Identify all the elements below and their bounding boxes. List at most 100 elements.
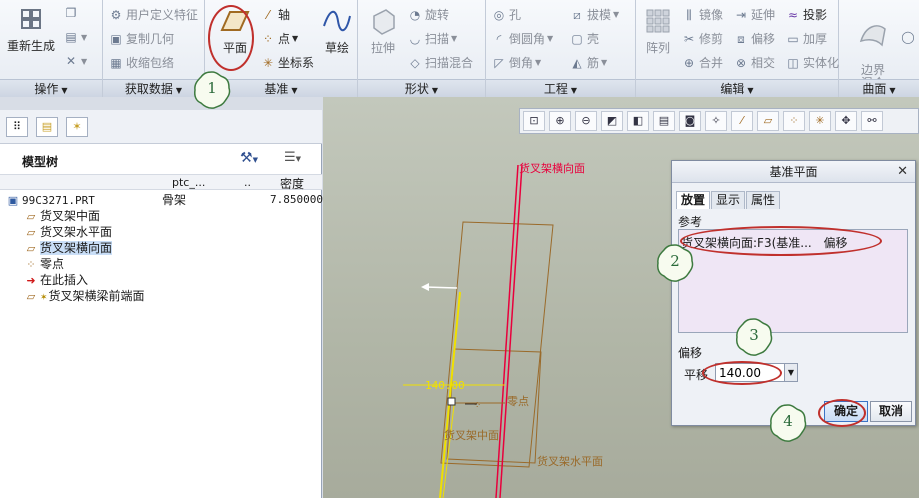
sweep-button[interactable]: ◡ 扫描 ▼	[408, 30, 457, 47]
coordinate-system-button[interactable]: ✳ 坐标系	[261, 54, 314, 71]
scene-offset-dimension[interactable]: 140.00	[425, 379, 465, 392]
offset-button[interactable]: ⧈ 偏移	[734, 30, 775, 47]
tree-insert-here[interactable]: ➜ 在此插入	[24, 272, 88, 288]
draft-button[interactable]: ⧄ 拔模 ▼	[570, 6, 619, 23]
tree-settings-icon[interactable]: ⚒▼	[240, 150, 258, 166]
references-label: 参考	[678, 215, 703, 229]
sweep-icon: ◡	[409, 31, 421, 46]
highlight-plane-button	[208, 5, 254, 71]
chamfer-button[interactable]: ◸ 倒角 ▼	[492, 54, 541, 71]
group-edit: 阵列 ⫼ 镜像 ✂ 修剪 ⊕ 合并 ⇥ 延伸 ⧈ 偏移 ⊗ 相交 ≈ 投影 ▭ 加厚 ◫ 实体化 …	[636, 0, 839, 97]
highlight-reference	[680, 226, 882, 256]
tree-root-row[interactable]: ▣ 99C3271.PRT 骨架 7.850000	[0, 192, 323, 208]
tree-item-selected[interactable]: ▱ 货叉架横向面	[24, 240, 113, 256]
shrinkwrap-button[interactable]: ▦ 收缩包络	[109, 54, 174, 71]
udf-button[interactable]: ⚙ 用户定义特征	[109, 6, 198, 23]
pattern-button[interactable]: 阵列	[640, 6, 676, 56]
model-tree-panel: ⠿ ▤ ✶ 模型树 ⚒▼ ☰▼ ptc_... .. 密度 ▣ 99C3271.P…	[0, 110, 323, 498]
datum-point-icon: ⁘	[262, 31, 274, 46]
datum-plane-icon: ▱	[26, 290, 36, 303]
favorites-tab[interactable]: ✶	[66, 117, 88, 137]
trim-button[interactable]: ✂ 修剪	[682, 30, 723, 47]
paste-button[interactable]: ▤ ▼	[64, 30, 87, 44]
chevron-down-icon: ▼	[787, 368, 795, 377]
project-icon: ≈	[787, 7, 799, 22]
revolve-button[interactable]: ◔ 旋转	[408, 6, 449, 23]
merge-icon: ⊕	[683, 55, 695, 70]
delete-icon: ✕	[65, 54, 77, 68]
datum-point-icon: ⁘	[26, 258, 36, 271]
tab-properties[interactable]: 属性	[746, 191, 781, 209]
tab-display[interactable]: 显示	[711, 191, 746, 209]
group-get-data: ⚙ 用户定义特征 ▣ 复制几何 ▦ 收缩包络 获取数据 ▼	[103, 0, 205, 97]
surface-more-button[interactable]: ◯	[901, 30, 918, 44]
boundary-blend-icon	[859, 25, 886, 47]
mirror-icon: ⫼	[686, 7, 692, 22]
intersect-button[interactable]: ⊗ 相交	[734, 54, 775, 71]
regenerate-button[interactable]: 重新生成	[4, 4, 58, 54]
scene-label-zero-point: 零点	[507, 395, 529, 408]
merge-button[interactable]: ⊕ 合并	[682, 54, 723, 71]
column-density[interactable]: 密度	[280, 175, 304, 192]
surface-tool-icon: ◯	[901, 30, 915, 44]
udf-icon: ⚙	[110, 7, 122, 22]
group-label-operations[interactable]: 操作 ▼	[0, 79, 102, 97]
group-label-engineering[interactable]: 工程 ▼	[486, 79, 635, 97]
group-shape: 拉伸 ◔ 旋转 ◡ 扫描 ▼ ◇ 扫描混合 形状 ▼	[358, 0, 486, 97]
axis-button[interactable]: ⁄ 轴	[261, 6, 290, 23]
extend-button[interactable]: ⇥ 延伸	[734, 6, 775, 23]
tree-header: 模型树 ⚒▼ ☰▼	[0, 144, 322, 174]
copy-button[interactable]: ❐	[64, 6, 81, 20]
model-tree-tab[interactable]: ⠿	[6, 117, 28, 137]
group-label-shape[interactable]: 形状 ▼	[358, 79, 485, 97]
shell-icon: ▢	[571, 31, 583, 46]
folder-browser-tab[interactable]: ▤	[36, 117, 58, 137]
tree-item[interactable]: ▱ 货叉架水平面	[24, 224, 112, 240]
delete-button[interactable]: ✕ ▼	[64, 54, 87, 68]
dialog-tabs: 放置 显示 属性	[676, 191, 781, 209]
extrude-icon	[373, 9, 395, 35]
group-label-surface[interactable]: 曲面 ▼	[839, 79, 919, 97]
mirror-button[interactable]: ⫼ 镜像	[682, 6, 723, 23]
navigator-tabs: ⠿ ▤ ✶	[0, 110, 322, 144]
regenerate-icon	[21, 9, 41, 29]
revolve-icon: ◔	[409, 7, 421, 22]
point-button[interactable]: ⁘ 点 ▼	[261, 30, 298, 47]
sketch-icon	[323, 10, 351, 32]
column-dots[interactable]: ..	[244, 176, 251, 189]
dialog-title: 基准平面 ✕	[672, 161, 915, 183]
cancel-button[interactable]: 取消	[870, 401, 912, 422]
copy-geometry-button[interactable]: ▣ 复制几何	[109, 30, 174, 47]
swept-blend-button[interactable]: ◇ 扫描混合	[408, 54, 473, 71]
preview-plane	[439, 291, 461, 498]
star-icon: ✶	[72, 120, 82, 133]
group-label-edit[interactable]: 编辑 ▼	[636, 79, 838, 97]
group-label-get-data[interactable]: 获取数据 ▼	[103, 79, 204, 97]
solidify-button[interactable]: ◫ 实体化	[786, 54, 839, 71]
rib-button[interactable]: ◭ 筋 ▼	[570, 54, 607, 71]
tree-item[interactable]: ⁘ 零点	[24, 256, 64, 272]
thicken-button[interactable]: ▭ 加厚	[786, 30, 827, 47]
shell-button[interactable]: ▢ 壳	[570, 30, 599, 47]
pattern-icon	[646, 9, 670, 33]
translation-dropdown[interactable]: ▼	[784, 363, 798, 382]
insert-here-icon: ➜	[26, 274, 36, 287]
highlight-translation	[702, 361, 782, 385]
group-surface: 边界 混合 ◯ 曲面▼	[839, 0, 919, 97]
boundary-blend-button[interactable]: 边界 混合	[853, 6, 893, 90]
tree-item[interactable]: ▱ ✶货叉架横梁前端面	[24, 288, 145, 304]
hole-button[interactable]: ◎ 孔	[492, 6, 521, 23]
close-icon[interactable]: ✕	[897, 161, 908, 183]
offset-icon: ⧈	[737, 31, 745, 46]
sketch-button[interactable]: 草绘	[319, 6, 355, 56]
extend-icon: ⇥	[735, 7, 747, 22]
tree-columns-icon[interactable]: ☰▼	[284, 150, 301, 165]
scene-label-transverse: 货叉架横向面	[519, 162, 585, 175]
extrude-button[interactable]: 拉伸	[364, 6, 402, 56]
tab-placement[interactable]: 放置	[676, 191, 711, 209]
tree-item[interactable]: ▱ 货叉架中面	[24, 208, 100, 224]
copy-icon: ❐	[65, 6, 77, 20]
round-button[interactable]: ◜ 倒圆角 ▼	[492, 30, 554, 47]
project-button[interactable]: ≈ 投影	[786, 6, 827, 23]
column-ptc[interactable]: ptc_...	[172, 176, 205, 189]
